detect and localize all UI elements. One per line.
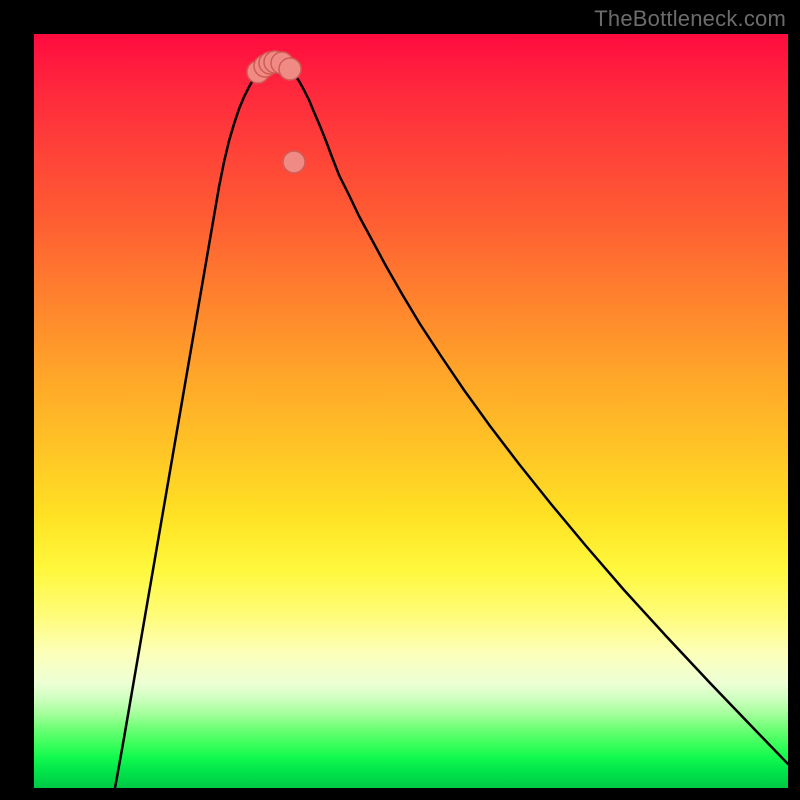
curve-marker <box>279 58 301 80</box>
watermark-text: TheBottleneck.com <box>594 6 786 32</box>
curve-markers <box>247 51 305 173</box>
chart-svg <box>34 34 788 788</box>
bottleneck-curve <box>115 62 788 788</box>
curve-marker <box>283 151 305 173</box>
plot-area <box>34 34 788 788</box>
chart-outer-frame: TheBottleneck.com <box>0 0 800 800</box>
